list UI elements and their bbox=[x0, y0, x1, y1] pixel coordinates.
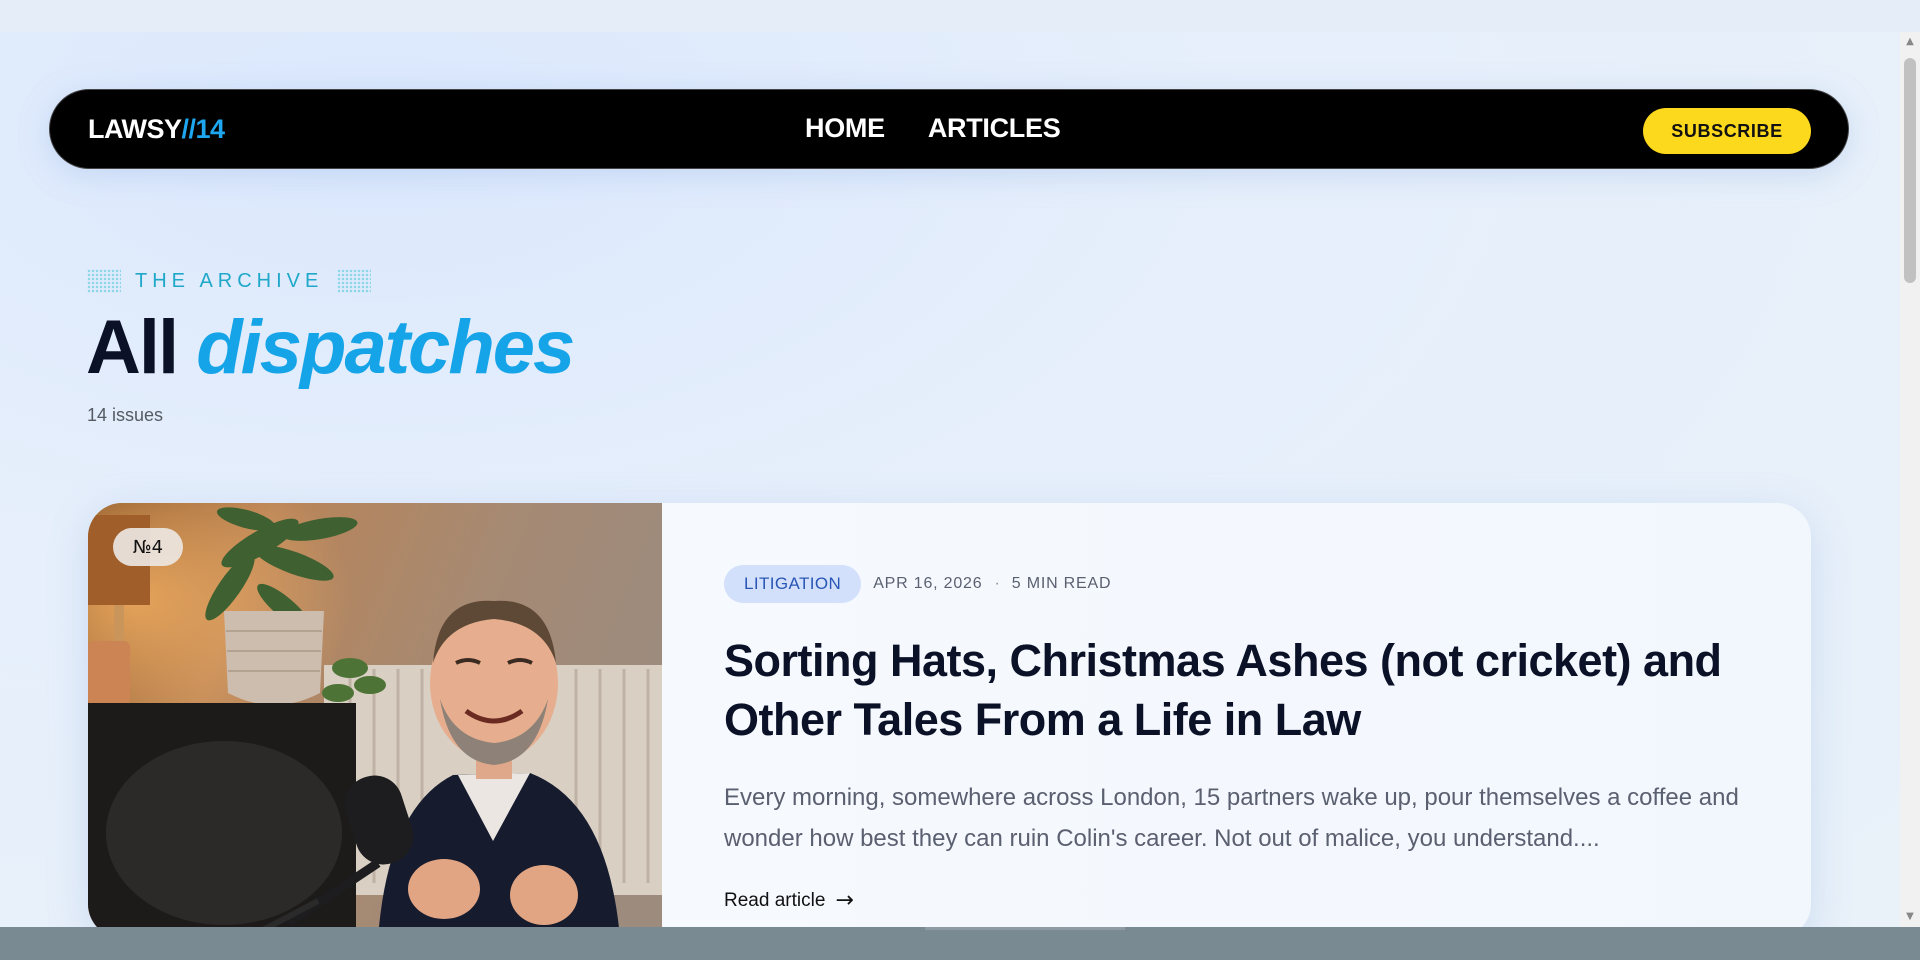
page-title-accent: dispatches bbox=[196, 305, 575, 390]
bottom-strip-highlight bbox=[925, 927, 1125, 930]
arrow-right-icon: → bbox=[835, 888, 854, 913]
scroll-up-arrow-icon[interactable]: ▲ bbox=[1900, 32, 1920, 52]
nav-link-articles[interactable]: ARTICLES bbox=[928, 113, 1061, 144]
scrollbar-thumb[interactable] bbox=[1904, 58, 1916, 283]
article-content: LITIGATION APR 16, 2026 · 5 MIN READ Sor… bbox=[724, 565, 1754, 913]
read-article-label: Read article bbox=[724, 889, 826, 911]
page-title-plain: All bbox=[86, 305, 179, 390]
read-article-link[interactable]: Read article → bbox=[724, 888, 854, 913]
site-logo[interactable]: LAWSY//14 bbox=[88, 114, 225, 145]
article-title[interactable]: Sorting Hats, Christmas Ashes (not crick… bbox=[724, 631, 1754, 749]
article-date: APR 16, 2026 bbox=[873, 575, 983, 592]
issue-count: 14 issues bbox=[87, 405, 164, 425]
nav-links: HOME ARTICLES bbox=[805, 113, 1061, 144]
article-photo-illustration bbox=[88, 503, 662, 927]
logo-accent-text: //14 bbox=[181, 114, 226, 144]
archive-eyebrow: THE ARCHIVE bbox=[87, 269, 372, 293]
meta-separator: · bbox=[994, 575, 1000, 592]
page-viewport: LAWSY//14 HOME ARTICLES SUBSCRIBE THE AR… bbox=[0, 32, 1900, 927]
vertical-scrollbar[interactable]: ▲ ▼ bbox=[1900, 32, 1920, 927]
category-tag[interactable]: LITIGATION bbox=[724, 565, 862, 603]
read-time: 5 MIN READ bbox=[1011, 575, 1112, 592]
article-photo: №4 bbox=[88, 503, 662, 927]
logo-text: LAWSY bbox=[88, 114, 182, 144]
dotted-pattern-icon bbox=[87, 269, 121, 293]
page-title: All dispatches bbox=[86, 304, 575, 391]
article-excerpt: Every morning, somewhere across London, … bbox=[724, 784, 1739, 852]
dotted-pattern-icon bbox=[337, 269, 372, 293]
eyebrow-label: THE ARCHIVE bbox=[135, 269, 324, 292]
top-navigation-bar: LAWSY//14 HOME ARTICLES SUBSCRIBE bbox=[49, 89, 1849, 169]
nav-link-home[interactable]: HOME bbox=[805, 113, 885, 144]
subscribe-button[interactable]: SUBSCRIBE bbox=[1643, 108, 1811, 154]
scroll-down-arrow-icon[interactable]: ▼ bbox=[1900, 907, 1920, 927]
article-meta: LITIGATION APR 16, 2026 · 5 MIN READ bbox=[724, 565, 1754, 603]
issue-number-badge: №4 bbox=[113, 528, 183, 566]
bottom-strip bbox=[0, 927, 1920, 960]
featured-article-card[interactable]: №4 LITIGATION APR 16, 2026 · 5 MIN READ … bbox=[88, 503, 1811, 927]
